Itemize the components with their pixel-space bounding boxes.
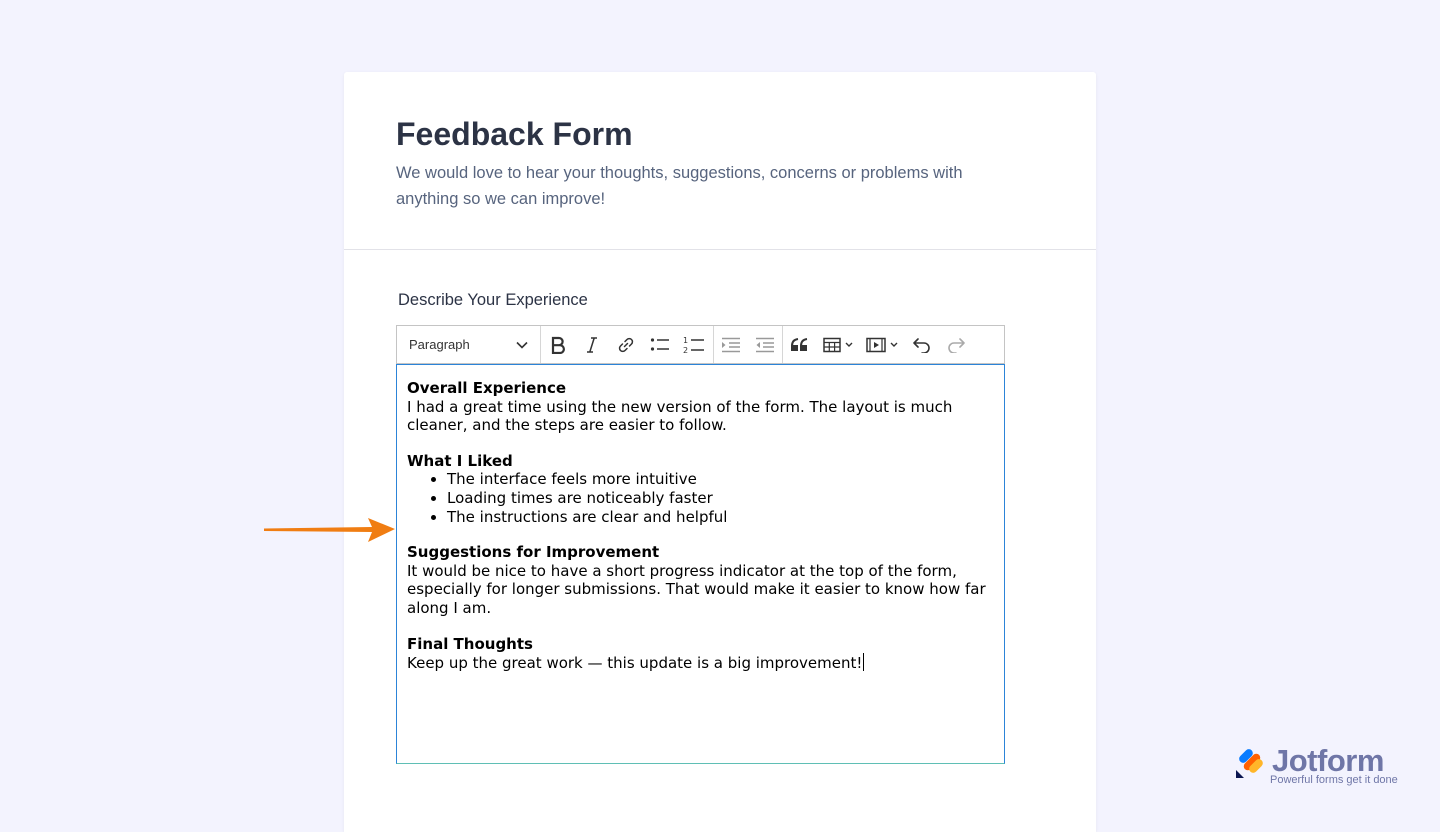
toolbar-group-format: 12 bbox=[541, 326, 714, 363]
toolbar-group-heading: Paragraph bbox=[397, 326, 541, 363]
link-icon[interactable] bbox=[609, 330, 643, 360]
section-body: Keep up the great work — this update is … bbox=[407, 654, 863, 673]
form-subtitle: We would love to hear your thoughts, sug… bbox=[396, 164, 963, 208]
outdent-icon[interactable] bbox=[748, 330, 782, 360]
paragraph-format-label: Paragraph bbox=[409, 337, 470, 352]
jotform-logo-icon bbox=[1236, 749, 1263, 778]
section-heading: What I Liked bbox=[407, 451, 513, 470]
numbered-list-icon[interactable]: 12 bbox=[677, 330, 711, 360]
rich-text-editor[interactable]: Overall Experience I had a great time us… bbox=[396, 364, 1005, 764]
form-title: Feedback Form bbox=[396, 116, 633, 152]
section-body: I had a great time using the new version… bbox=[407, 397, 953, 435]
redo-icon[interactable] bbox=[939, 330, 973, 360]
bold-icon[interactable] bbox=[541, 330, 575, 360]
paragraph-format-select[interactable]: Paragraph bbox=[397, 337, 540, 352]
chevron-down-icon bbox=[516, 337, 528, 352]
list-item: Loading times are noticeably faster bbox=[447, 489, 994, 508]
rich-text-toolbar: Paragraph 12 bbox=[396, 325, 1005, 364]
section-heading: Suggestions for Improvement bbox=[407, 543, 660, 562]
toolbar-group-indent bbox=[714, 326, 783, 363]
field-label: Describe Your Experience bbox=[398, 291, 588, 309]
section-heading: Final Thoughts bbox=[407, 634, 533, 653]
brand-tagline: Powerful forms get it done bbox=[1270, 774, 1398, 786]
jotform-logo[interactable]: Jotform Powerful forms get it done bbox=[1234, 743, 1406, 788]
indent-icon[interactable] bbox=[714, 330, 748, 360]
bulleted-list-icon[interactable] bbox=[643, 330, 677, 360]
pointer-arrow-icon bbox=[264, 515, 396, 550]
blockquote-icon[interactable] bbox=[783, 330, 817, 360]
svg-text:1: 1 bbox=[683, 336, 688, 345]
list-item: The instructions are clear and helpful bbox=[447, 508, 994, 527]
italic-icon[interactable] bbox=[575, 330, 609, 360]
liked-list: The interface feels more intuitive Loadi… bbox=[407, 470, 994, 526]
section-heading: Overall Experience bbox=[407, 379, 567, 397]
undo-icon[interactable] bbox=[905, 330, 939, 360]
list-item: The interface feels more intuitive bbox=[447, 470, 994, 489]
svg-text:2: 2 bbox=[683, 346, 688, 354]
toolbar-group-insert bbox=[783, 326, 973, 363]
media-icon[interactable] bbox=[861, 330, 905, 360]
form-card: Feedback Form We would love to hear your… bbox=[344, 72, 1096, 832]
table-icon[interactable] bbox=[817, 330, 861, 360]
form-header: Feedback Form We would love to hear your… bbox=[344, 72, 1096, 250]
text-caret bbox=[863, 653, 865, 672]
section-body: It would be nice to have a short progres… bbox=[407, 561, 986, 617]
